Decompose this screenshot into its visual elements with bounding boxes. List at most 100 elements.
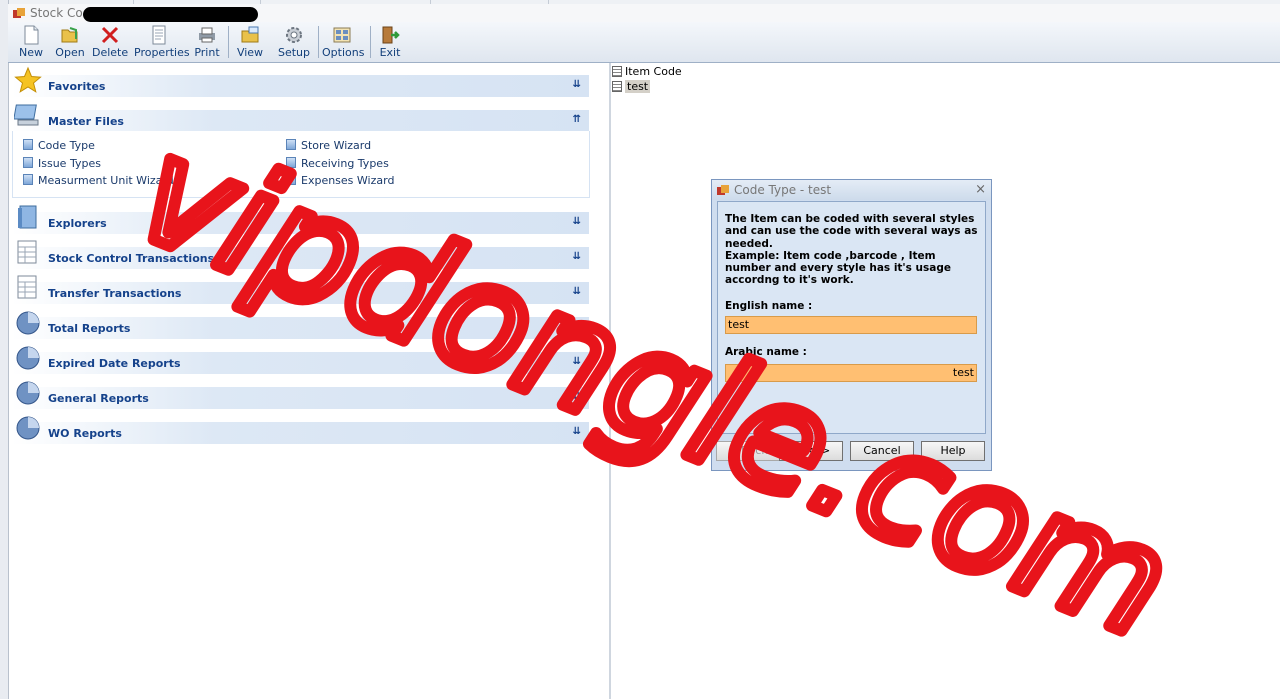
store-wizard-link[interactable]: Store Wizard: [286, 139, 371, 152]
section-stock-control[interactable]: Stock Control Transactions ⇊: [12, 240, 589, 269]
app-icon: [717, 185, 729, 195]
tree-node-root[interactable]: Item Code: [612, 64, 682, 79]
delete-x-icon: [101, 26, 119, 44]
app-icon: [13, 8, 25, 18]
english-name-label: English name :: [725, 300, 813, 312]
view-label: View: [236, 46, 264, 59]
view-folder-icon: [241, 26, 259, 43]
document-icon: [612, 81, 622, 92]
open-label: Open: [55, 46, 85, 59]
properties-sheet-icon: [152, 25, 166, 45]
section-favorites[interactable]: Favorites ⇊: [12, 66, 589, 97]
section-general-reports[interactable]: General Reports ⇊: [12, 381, 589, 409]
chevron-up-icon[interactable]: ⇈: [573, 114, 581, 125]
open-folder-icon: [61, 27, 78, 43]
master-files-body: Code Type Issue Types Measurment Unit Wi…: [12, 131, 590, 198]
chevron-down-icon[interactable]: ⇊: [573, 321, 581, 332]
view-button[interactable]: View: [234, 23, 266, 61]
pane-splitter[interactable]: [609, 63, 611, 699]
main-toolbar: New Open Delete Properties Print View Se…: [8, 22, 1280, 63]
print-button[interactable]: Print: [192, 23, 222, 61]
print-label: Print: [194, 46, 220, 59]
back-button[interactable]: < Back: [716, 441, 780, 461]
new-document-icon: [24, 25, 39, 45]
code-type-dialog: Code Type - test × The Item can be coded…: [711, 179, 992, 471]
explorer-book-icon: [18, 205, 37, 229]
pie-chart-icon: [16, 416, 40, 440]
item-code-tree: Item Code test: [612, 64, 682, 94]
chevron-down-icon[interactable]: ⇊: [573, 426, 581, 437]
arabic-name-input[interactable]: test: [725, 364, 977, 382]
code-type-link[interactable]: Code Type: [23, 139, 95, 152]
dialog-title-bar[interactable]: Code Type - test ×: [712, 180, 991, 200]
section-total-reports[interactable]: Total Reports ⇊: [12, 311, 589, 339]
section-wo-reports[interactable]: WO Reports ⇊: [12, 416, 589, 444]
english-name-input[interactable]: test: [725, 316, 977, 334]
properties-button[interactable]: Properties: [134, 23, 190, 61]
document-icon: [612, 66, 622, 77]
dialog-description: The Item can be coded with several style…: [725, 213, 978, 287]
spreadsheet-icon: [17, 275, 37, 299]
section-title: Total Reports: [48, 322, 131, 335]
options-grid-icon: [333, 27, 351, 43]
new-button[interactable]: New: [16, 23, 46, 61]
wizard-icon: [286, 174, 296, 185]
section-title: Transfer Transactions: [48, 287, 182, 300]
open-button[interactable]: Open: [54, 23, 86, 61]
section-title: Master Files: [48, 115, 124, 128]
delete-label: Delete: [92, 46, 129, 59]
options-label: Options: [322, 46, 365, 59]
redaction-bar: [83, 7, 258, 22]
wizard-icon: [23, 174, 33, 185]
printer-icon: [199, 27, 215, 43]
chevron-down-icon[interactable]: ⇊: [573, 216, 581, 227]
cancel-button[interactable]: Cancel: [850, 441, 914, 461]
delete-button[interactable]: Delete: [92, 23, 128, 61]
spreadsheet-icon: [17, 240, 37, 264]
receiving-types-link[interactable]: Receiving Types: [286, 157, 389, 170]
pie-chart-icon: [16, 311, 40, 335]
close-icon[interactable]: ×: [975, 182, 986, 197]
section-expired-reports[interactable]: Expired Date Reports ⇊: [12, 346, 589, 374]
dialog-body: The Item can be coded with several style…: [717, 201, 986, 434]
section-title: Explorers: [48, 217, 107, 230]
help-button[interactable]: Help: [921, 441, 985, 461]
issue-types-link[interactable]: Issue Types: [23, 157, 101, 170]
properties-label: Properties: [134, 46, 190, 59]
section-title: Expired Date Reports: [48, 357, 181, 370]
pie-chart-icon: [16, 381, 40, 405]
pie-chart-icon: [16, 346, 40, 370]
wizard-icon: [286, 157, 296, 168]
star-icon: [14, 66, 42, 93]
next-button[interactable]: Next >: [779, 441, 843, 461]
setup-gear-icon: [286, 27, 302, 43]
computer-icon: [14, 104, 39, 126]
exit-button[interactable]: Exit: [376, 23, 404, 61]
chevron-down-icon[interactable]: ⇊: [573, 286, 581, 297]
section-transfer[interactable]: Transfer Transactions ⇊: [12, 275, 589, 304]
new-label: New: [19, 46, 43, 59]
setup-label: Setup: [277, 46, 311, 59]
arabic-name-label: Arabic name :: [725, 346, 807, 358]
chevron-down-icon[interactable]: ⇊: [573, 391, 581, 402]
wizard-icon: [286, 139, 296, 150]
title-bar: Stock Co: [8, 4, 1280, 22]
measurement-unit-wizard-link[interactable]: Measurment Unit Wizard: [23, 174, 174, 187]
tree-node-child[interactable]: test: [612, 79, 682, 94]
chevron-down-icon[interactable]: ⇊: [573, 79, 581, 90]
chevron-down-icon[interactable]: ⇊: [573, 251, 581, 262]
options-button[interactable]: Options: [322, 23, 365, 61]
setup-button[interactable]: Setup: [276, 23, 312, 61]
window-title: Stock Co: [30, 6, 83, 20]
section-title: General Reports: [48, 392, 149, 405]
section-title: WO Reports: [48, 427, 122, 440]
section-explorers[interactable]: Explorers ⇊: [12, 205, 589, 234]
expenses-wizard-link[interactable]: Expenses Wizard: [286, 174, 394, 187]
section-title: Favorites: [48, 80, 106, 93]
section-master-files[interactable]: Master Files ⇈: [12, 104, 589, 132]
exit-door-icon: [382, 26, 400, 44]
dialog-title: Code Type - test: [734, 183, 832, 197]
chevron-down-icon[interactable]: ⇊: [573, 356, 581, 367]
exit-label: Exit: [379, 46, 401, 59]
section-title: Stock Control Transactions: [48, 252, 215, 265]
